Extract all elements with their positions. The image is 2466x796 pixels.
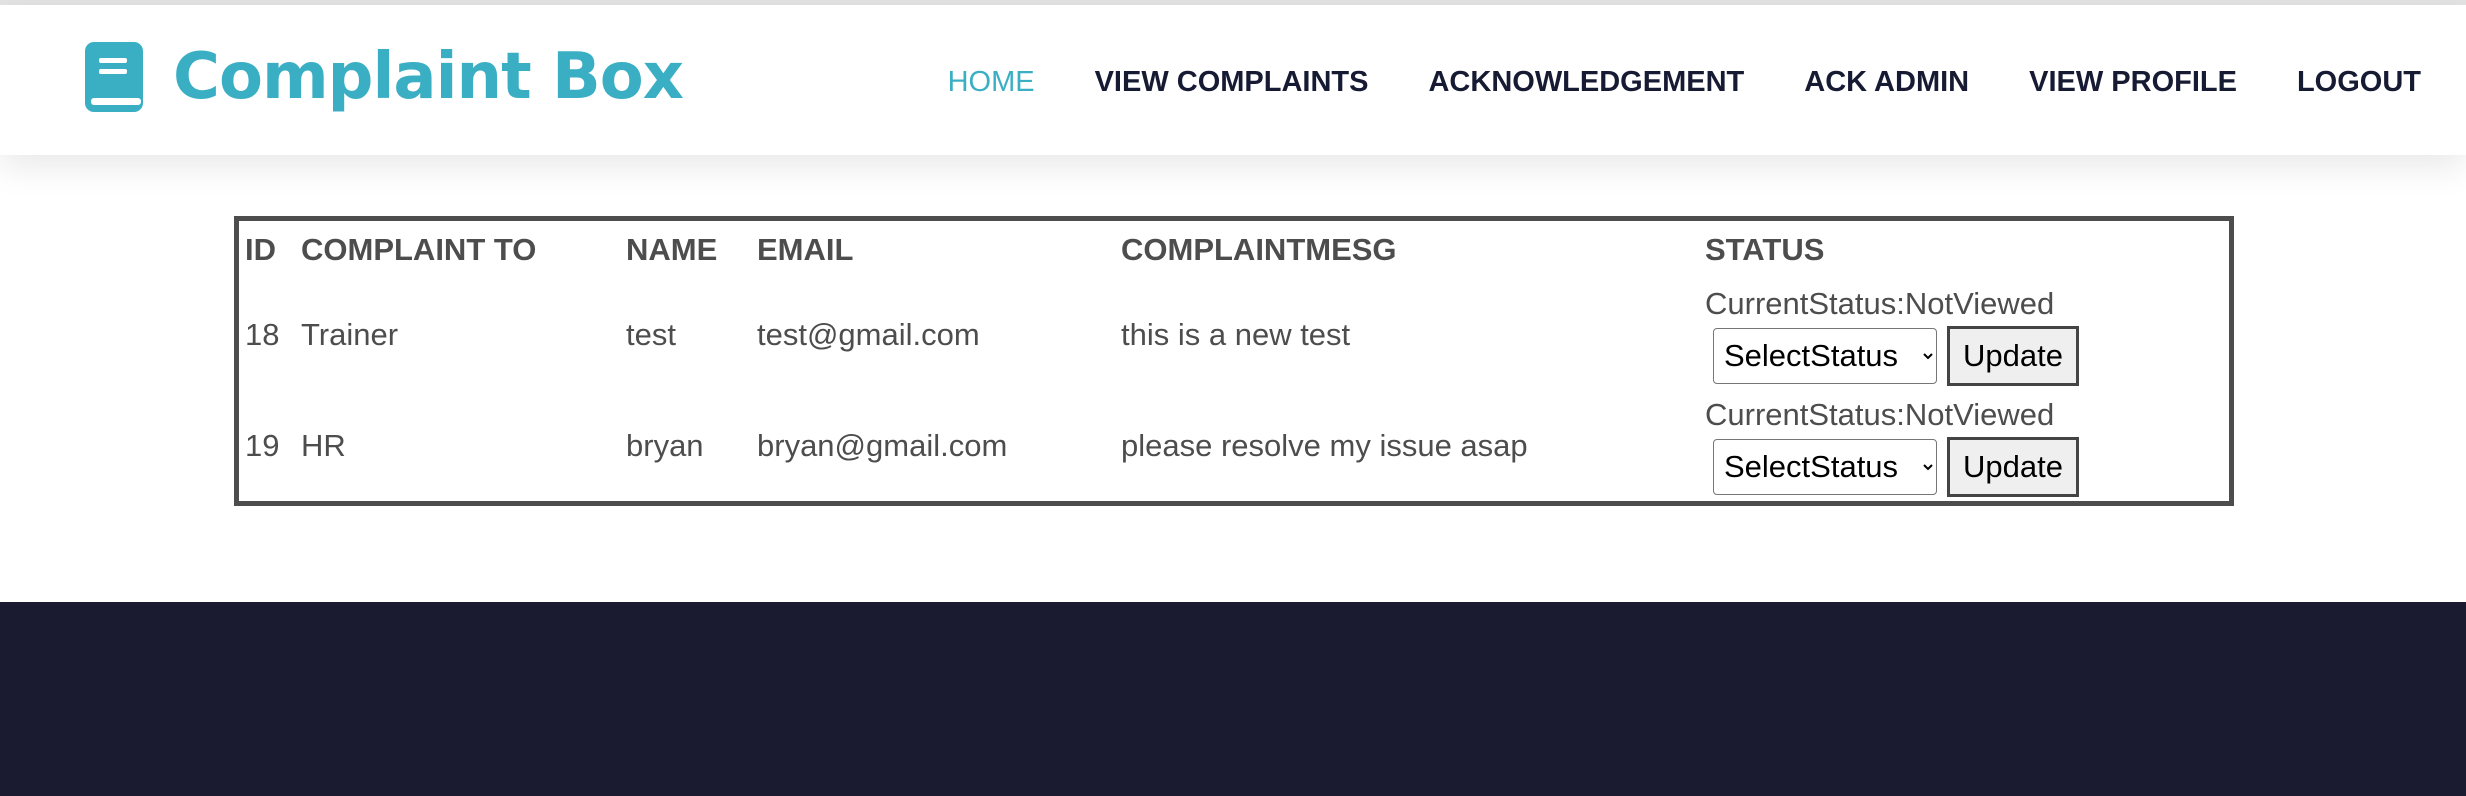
cell-complaint-to: Trainer [301, 316, 399, 352]
nav-home[interactable]: HOME [948, 62, 1035, 102]
nav-view-complaints[interactable]: VIEW COMPLAINTS [1095, 62, 1369, 102]
nav-logout[interactable]: LOGOUT [2297, 62, 2421, 102]
navbar: Complaint Box HOME VIEW COMPLAINTS ACKNO… [0, 5, 2466, 155]
header-complaint-to: COMPLAINT TO [301, 232, 537, 267]
site-footer [0, 602, 2466, 796]
cell-message: please resolve my issue asap [1121, 427, 1528, 463]
current-status-text: CurrentStatus:NotViewed [1705, 285, 2055, 321]
cell-message: this is a new test [1121, 316, 1351, 352]
cell-email: bryan@gmail.com [757, 427, 1008, 463]
book-icon [85, 42, 143, 112]
cell-status: CurrentStatus:NotViewed SelectStatus Upd… [1699, 279, 2229, 390]
cell-id: 19 [245, 427, 280, 463]
header-name: NAME [626, 232, 718, 267]
cell-name: bryan [626, 427, 704, 463]
status-controls: SelectStatus Update [1713, 325, 2229, 386]
header-email: EMAIL [757, 232, 854, 267]
cell-email: test@gmail.com [757, 316, 980, 352]
update-button[interactable]: Update [1947, 325, 2079, 386]
status-select[interactable]: SelectStatus [1713, 438, 1937, 495]
complaints-table: ID COMPLAINT TO NAME EMAIL COMPLAINTMESG… [239, 221, 2229, 501]
brand-name: Complaint Box [173, 40, 684, 114]
table-row: 19 HR bryan bryan@gmail.com please resol… [239, 390, 2229, 501]
brand-logo-link[interactable]: Complaint Box [85, 40, 684, 114]
update-button[interactable]: Update [1947, 436, 2079, 497]
header-status: STATUS [1705, 232, 1825, 267]
current-status-text: CurrentStatus:NotViewed [1705, 396, 2055, 432]
cell-complaint-to: HR [301, 427, 346, 463]
header-complaint-message: COMPLAINTMESG [1121, 232, 1397, 267]
cell-id: 18 [245, 316, 280, 352]
nav-acknowledgement[interactable]: ACKNOWLEDGEMENT [1428, 62, 1744, 102]
complaints-table-container: ID COMPLAINT TO NAME EMAIL COMPLAINTMESG… [234, 216, 2234, 506]
nav-ack-admin[interactable]: ACK ADMIN [1804, 62, 1969, 102]
cell-name: test [626, 316, 676, 352]
main-nav: HOME VIEW COMPLAINTS ACKNOWLEDGEMENT ACK… [948, 62, 2421, 102]
table-header-row: ID COMPLAINT TO NAME EMAIL COMPLAINTMESG… [239, 221, 2229, 279]
nav-view-profile[interactable]: VIEW PROFILE [2029, 62, 2237, 102]
status-select[interactable]: SelectStatus [1713, 327, 1937, 384]
status-controls: SelectStatus Update [1713, 436, 2229, 497]
header-id: ID [245, 232, 276, 267]
table-row: 18 Trainer test test@gmail.com this is a… [239, 279, 2229, 390]
cell-status: CurrentStatus:NotViewed SelectStatus Upd… [1699, 390, 2229, 501]
